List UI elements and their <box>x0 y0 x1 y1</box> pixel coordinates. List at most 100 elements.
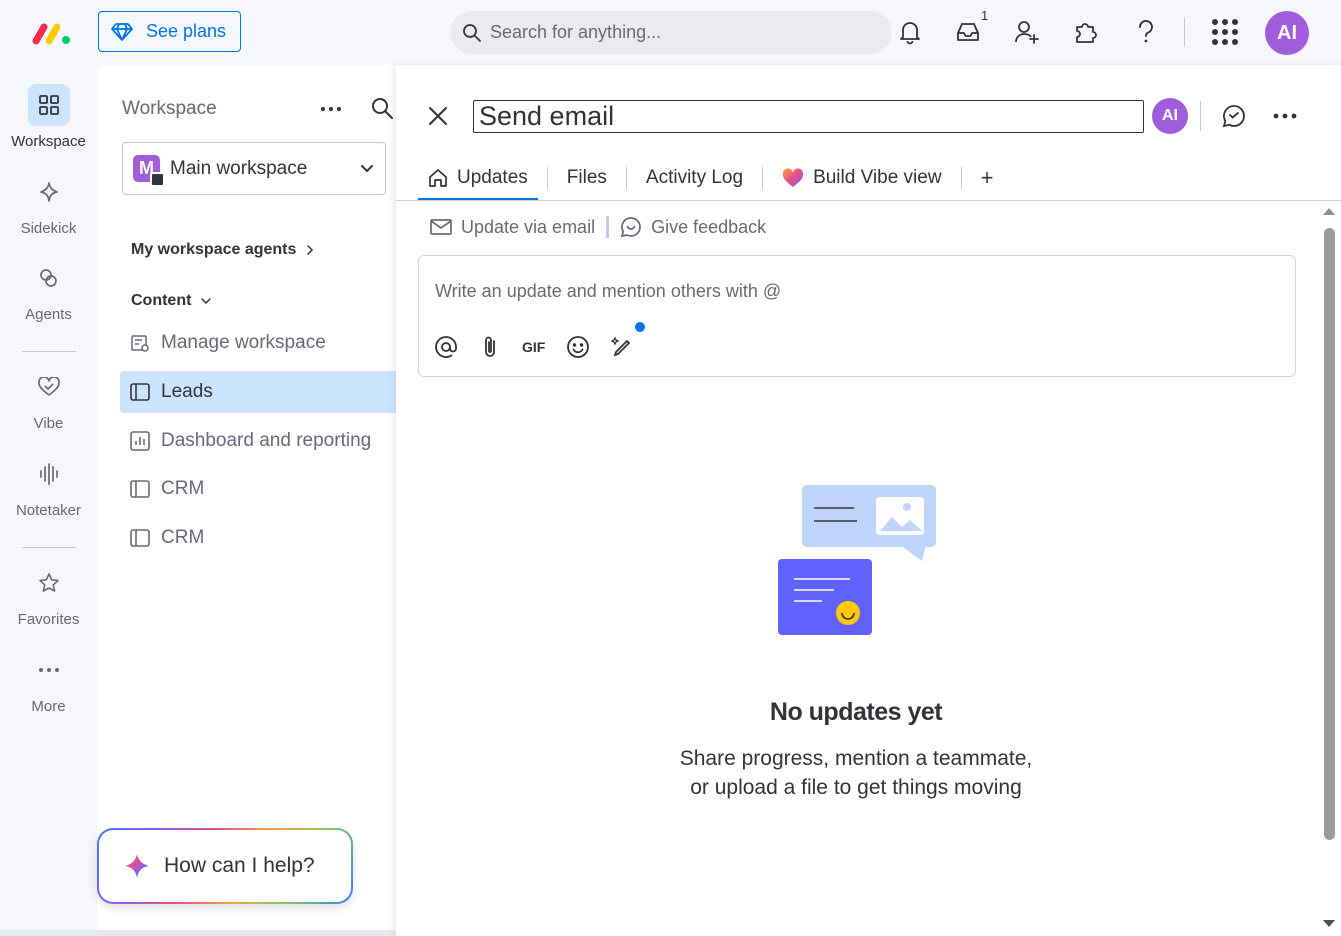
rail-label: Favorites <box>17 611 80 628</box>
tab-files[interactable]: Files <box>557 156 617 200</box>
scrollbar-thumb[interactable] <box>1324 228 1335 840</box>
give-feedback-link[interactable]: Give feedback <box>620 216 766 238</box>
notifications-bell-icon[interactable] <box>895 17 925 47</box>
update-via-email-label: Update via email <box>461 216 596 237</box>
update-editor[interactable]: Write an update and mention others with … <box>418 255 1296 377</box>
item-options-icon[interactable] <box>1272 105 1298 127</box>
rail-item-more[interactable]: More <box>0 649 97 715</box>
apps-grid-icon[interactable] <box>1209 17 1241 47</box>
workspace-selector[interactable]: M Main workspace <box>122 142 386 195</box>
rail-divider <box>22 547 76 548</box>
rail-item-favorites[interactable]: Favorites <box>0 562 97 628</box>
dashboard-icon <box>130 431 150 451</box>
chevron-down-icon <box>200 296 212 306</box>
tab-updates[interactable]: Updates <box>418 156 538 201</box>
update-via-email-link[interactable]: Update via email <box>430 217 595 238</box>
home-icon <box>428 168 448 188</box>
content-section-label: Content <box>131 292 192 309</box>
tab-divider <box>960 167 962 189</box>
rail-item-workspace[interactable]: Workspace <box>0 84 97 150</box>
workspace-agents-link[interactable]: My workspace agents <box>131 241 315 259</box>
action-divider <box>606 216 610 238</box>
workspace-search-icon[interactable] <box>370 96 394 120</box>
emoji-icon[interactable] <box>566 335 590 359</box>
mail-icon <box>430 218 452 236</box>
global-search-input[interactable]: Search for anything... <box>450 11 892 54</box>
monday-logo[interactable] <box>32 20 72 46</box>
chat-bubble-icon[interactable] <box>1221 103 1247 129</box>
plus-icon: + <box>980 165 994 190</box>
tab-build-vibe-view[interactable]: Build Vibe view <box>772 156 952 200</box>
user-avatar[interactable]: AI <box>1265 11 1309 55</box>
diamond-icon <box>111 22 133 42</box>
workspace-item-manage-workspace[interactable]: Manage workspace <box>120 322 397 364</box>
search-icon <box>462 23 482 43</box>
empty-state-subtitle: Share progress, mention a teammate, or u… <box>396 744 1316 802</box>
workspace-item-label: CRM <box>161 478 205 499</box>
ai-writer-wand-icon[interactable] <box>611 335 635 359</box>
workspace-item-label: Leads <box>161 381 213 402</box>
ai-help-inner: How can I help? <box>99 830 351 902</box>
star-icon <box>28 562 70 604</box>
rail-label: Workspace <box>11 133 86 150</box>
scroll-up-arrow-icon[interactable] <box>1321 205 1337 217</box>
help-question-icon[interactable] <box>1131 17 1161 47</box>
soundwave-icon <box>28 453 70 495</box>
attachment-icon[interactable] <box>479 335 501 359</box>
item-detail-panel: Send email AI Updates Files Activity Log <box>396 65 1341 936</box>
workspace-item-label: Dashboard and reporting <box>161 430 372 451</box>
tab-divider <box>546 167 548 189</box>
feedback-icon <box>620 216 642 238</box>
workspace-selected-name: Main workspace <box>170 157 308 179</box>
rail-item-notetaker[interactable]: Notetaker <box>0 453 97 519</box>
workspace-options-icon[interactable] <box>319 97 343 121</box>
ai-help-bubble[interactable]: How can I help? <box>97 828 353 904</box>
board-icon <box>130 480 150 498</box>
tab-label: Build Vibe view <box>813 167 942 188</box>
header-divider <box>1200 101 1201 131</box>
home-icon <box>150 172 165 187</box>
rail-label: Vibe <box>33 415 64 432</box>
item-tabs: Updates Files Activity Log Build Vibe vi… <box>418 156 1004 201</box>
chevron-down-icon <box>359 161 375 177</box>
workspace-item-crm[interactable]: CRM <box>120 517 397 559</box>
scroll-down-arrow-icon[interactable] <box>1321 918 1337 930</box>
item-owner-avatar[interactable]: AI <box>1152 98 1188 134</box>
rail-label: More <box>31 698 66 715</box>
workspace-item-crm[interactable]: CRM <box>120 468 397 510</box>
workspace-panel: Workspace M Main workspace My workspace … <box>97 65 397 936</box>
tab-label: Updates <box>457 167 528 188</box>
see-plans-button[interactable]: See plans <box>98 11 241 52</box>
workspace-badge: M <box>133 155 165 187</box>
tab-divider <box>625 167 627 189</box>
invite-members-icon[interactable] <box>1012 17 1042 47</box>
panel-scrollbar[interactable] <box>1321 205 1337 936</box>
topbar-divider <box>1184 17 1185 47</box>
workspace-item-leads[interactable]: Leads <box>120 371 397 413</box>
vibe-heart-icon <box>28 366 70 408</box>
update-actions: Update via email Give feedback <box>430 216 766 238</box>
sparkle-icon <box>28 171 70 213</box>
empty-updates-illustration <box>778 485 936 635</box>
integrations-puzzle-icon[interactable] <box>1071 17 1101 47</box>
inbox-count-badge: 1 <box>981 8 989 23</box>
workspace-item-label: Manage workspace <box>161 332 326 353</box>
see-plans-label: See plans <box>146 21 227 41</box>
gif-button[interactable]: GIF <box>522 339 545 355</box>
content-section-toggle[interactable]: Content <box>131 292 212 310</box>
close-icon[interactable] <box>427 105 449 127</box>
rail-item-sidekick[interactable]: Sidekick <box>0 171 97 237</box>
tab-label: Files <box>566 167 607 188</box>
rail-label: Sidekick <box>20 220 77 237</box>
agents-icon <box>28 257 70 299</box>
rail-item-vibe[interactable]: Vibe <box>0 366 97 432</box>
item-title-input[interactable]: Send email <box>473 100 1144 133</box>
add-tab-button[interactable]: + <box>971 156 1004 200</box>
inbox-icon[interactable] <box>953 17 983 47</box>
tab-activity-log[interactable]: Activity Log <box>636 156 753 200</box>
workspace-item-dashboard[interactable]: Dashboard and reporting <box>120 420 397 462</box>
manage-workspace-icon <box>130 333 150 353</box>
mention-at-icon[interactable] <box>434 335 458 359</box>
board-icon <box>130 529 150 547</box>
rail-item-agents[interactable]: Agents <box>0 257 97 323</box>
